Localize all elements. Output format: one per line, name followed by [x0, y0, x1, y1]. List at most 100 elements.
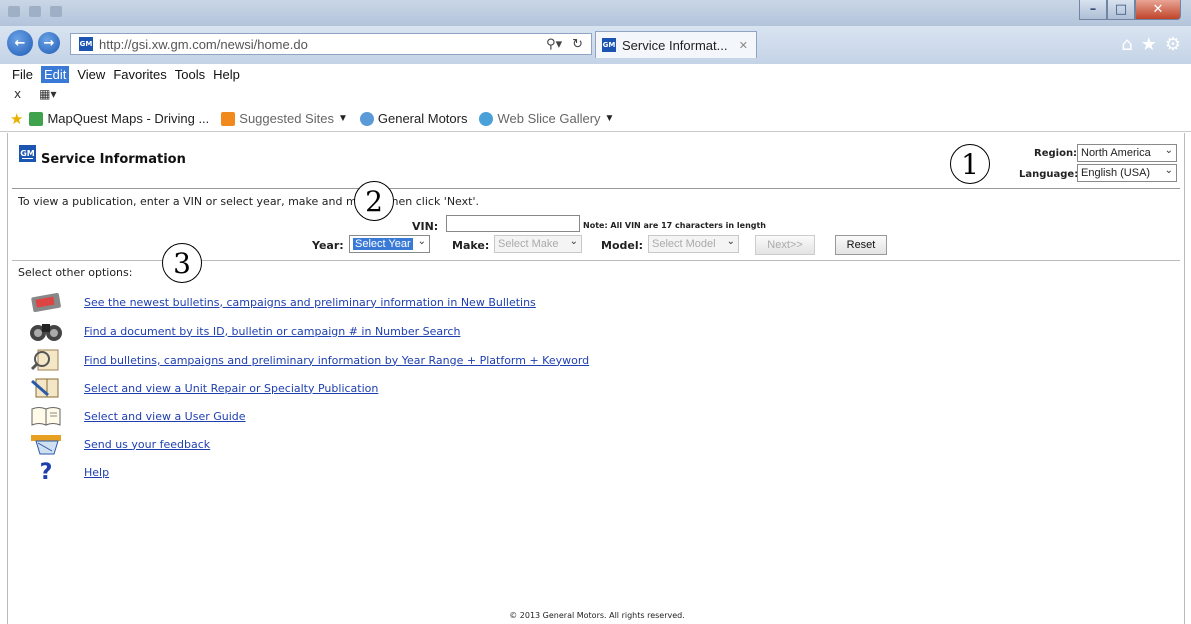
- region-label: Region:: [1034, 148, 1078, 159]
- help-icon: ?: [39, 459, 53, 485]
- favorites-star-icon[interactable]: ★: [1141, 34, 1157, 55]
- minimize-button[interactable]: –: [1079, 0, 1107, 20]
- site-favicon: GM: [79, 37, 93, 51]
- open-book-icon: [28, 405, 64, 427]
- search-instructions: To view a publication, enter a VIN or se…: [18, 195, 479, 208]
- undo-icon[interactable]: [29, 6, 41, 17]
- language-label: Language:: [1019, 169, 1079, 180]
- redo-icon[interactable]: [50, 6, 62, 17]
- reset-button[interactable]: Reset: [835, 235, 887, 255]
- menu-edit[interactable]: Edit: [40, 65, 70, 83]
- model-select[interactable]: Select Model ⌄: [648, 235, 739, 253]
- tab-title: Service Informat...: [622, 37, 728, 53]
- quick-access-toolbar: [8, 6, 62, 17]
- option-feedback[interactable]: Send us your feedback: [28, 433, 210, 455]
- option-link[interactable]: Select and view a User Guide: [84, 410, 246, 423]
- menu-file[interactable]: File: [12, 67, 33, 82]
- language-select[interactable]: English (USA) ⌄: [1077, 164, 1177, 182]
- favorite-suggested-sites[interactable]: Suggested Sites ▼: [221, 111, 348, 126]
- refresh-icon[interactable]: ↻: [572, 37, 583, 52]
- window-controls: – □ ✕: [1079, 0, 1181, 20]
- option-link[interactable]: Help: [84, 466, 109, 479]
- gm-logo: GM: [19, 145, 36, 162]
- close-window-button[interactable]: ✕: [1135, 0, 1181, 20]
- option-user-guide[interactable]: Select and view a User Guide: [28, 405, 246, 427]
- suggested-sites-icon: [221, 111, 236, 126]
- tab-close-icon[interactable]: ✕: [739, 39, 756, 52]
- divider: [12, 188, 1180, 189]
- model-label: Model:: [601, 239, 644, 252]
- chevron-down-icon: ⌄: [1164, 165, 1173, 176]
- browser-tab[interactable]: GM Service Informat... ✕: [595, 31, 757, 58]
- home-icon[interactable]: ⌂: [1121, 34, 1132, 55]
- other-options-label: Select other options:: [18, 266, 133, 279]
- menu-help[interactable]: Help: [213, 67, 240, 82]
- option-link[interactable]: Find bulletins, campaigns and preliminar…: [84, 354, 589, 367]
- region-value: North America: [1081, 147, 1151, 159]
- chevron-down-icon: ⌄: [417, 236, 426, 247]
- option-link[interactable]: Select and view a Unit Repair or Special…: [84, 382, 378, 395]
- favorite-label: Suggested Sites: [239, 111, 334, 126]
- command-bar: x ▦▾: [0, 84, 1191, 104]
- binoculars-icon: [28, 320, 64, 342]
- option-link[interactable]: See the newest bulletins, campaigns and …: [84, 296, 536, 309]
- ie-icon: [359, 111, 374, 126]
- year-value: Select Year: [353, 238, 413, 250]
- option-keyword-search[interactable]: Find bulletins, campaigns and preliminar…: [28, 349, 589, 371]
- window-titlebar: – □ ✕: [0, 0, 1191, 26]
- address-bar[interactable]: GM http://gsi.xw.gm.com/newsi/home.do ⚲▾…: [70, 33, 592, 55]
- copyright-footer: © 2013 General Motors. All rights reserv…: [509, 611, 685, 620]
- chevron-down-icon: ⌄: [1164, 145, 1173, 156]
- make-value: Select Make: [498, 238, 559, 250]
- next-button[interactable]: Next>>: [755, 235, 815, 255]
- gear-icon[interactable]: ⚙: [1165, 34, 1181, 55]
- option-new-bulletins[interactable]: See the newest bulletins, campaigns and …: [28, 291, 536, 313]
- callout-3: 3: [162, 243, 202, 283]
- page-content: GM Service Information Region: North Ame…: [7, 133, 1185, 624]
- maximize-button[interactable]: □: [1107, 0, 1135, 20]
- callout-1: 1: [950, 144, 990, 184]
- option-link[interactable]: Find a document by its ID, bulletin or c…: [84, 325, 460, 338]
- mapquest-icon: [29, 111, 44, 126]
- chevron-down-icon: ▼: [604, 113, 615, 124]
- model-value: Select Model: [652, 238, 716, 250]
- favorite-label: MapQuest Maps - Driving ...: [47, 111, 210, 126]
- favorite-mapquest[interactable]: MapQuest Maps - Driving ...: [29, 111, 209, 126]
- vin-note: Note: All VIN are 17 characters in lengt…: [583, 221, 767, 230]
- menu-tools[interactable]: Tools: [175, 67, 205, 82]
- menu-view[interactable]: View: [77, 67, 105, 82]
- region-select[interactable]: North America ⌄: [1077, 144, 1177, 162]
- option-help[interactable]: ? Help: [28, 459, 109, 485]
- save-icon[interactable]: [8, 6, 20, 17]
- option-link[interactable]: Send us your feedback: [84, 438, 210, 451]
- add-favorite-star-icon[interactable]: ★: [10, 110, 23, 128]
- feedback-icon: [28, 433, 64, 455]
- navigation-bar: ← → GM http://gsi.xw.gm.com/newsi/home.d…: [0, 26, 1191, 64]
- favorite-web-slice-gallery[interactable]: Web Slice Gallery ▼: [479, 111, 614, 126]
- favorite-label: General Motors: [377, 111, 468, 126]
- favorite-general-motors[interactable]: General Motors: [359, 111, 468, 126]
- search-icon[interactable]: ⚲▾: [546, 37, 562, 52]
- option-number-search[interactable]: Find a document by its ID, bulletin or c…: [28, 320, 460, 342]
- year-label: Year:: [312, 239, 344, 252]
- year-select[interactable]: Select Year ⌄: [349, 235, 430, 253]
- close-toolbar-icon[interactable]: x: [14, 87, 21, 101]
- language-value: English (USA): [1081, 167, 1151, 179]
- magnifier-document-icon: [28, 349, 64, 371]
- make-label: Make:: [452, 239, 490, 252]
- url-text[interactable]: http://gsi.xw.gm.com/newsi/home.do: [99, 37, 546, 52]
- tab-favicon: GM: [602, 38, 616, 52]
- callout-2: 2: [354, 181, 394, 221]
- back-button[interactable]: ←: [7, 30, 33, 56]
- option-unit-repair[interactable]: Select and view a Unit Repair or Special…: [28, 377, 378, 399]
- forward-button[interactable]: →: [38, 32, 60, 54]
- menu-favorites[interactable]: Favorites: [113, 67, 166, 82]
- make-select[interactable]: Select Make ⌄: [494, 235, 582, 253]
- page-title: Service Information: [41, 152, 186, 167]
- vin-input[interactable]: [446, 215, 580, 232]
- web-slice-icon: [479, 111, 494, 126]
- calendar-icon: [28, 291, 64, 313]
- convert-pdf-icon[interactable]: ▦▾: [39, 87, 56, 101]
- favorite-label: Web Slice Gallery: [497, 111, 601, 126]
- vin-label: VIN:: [412, 220, 439, 233]
